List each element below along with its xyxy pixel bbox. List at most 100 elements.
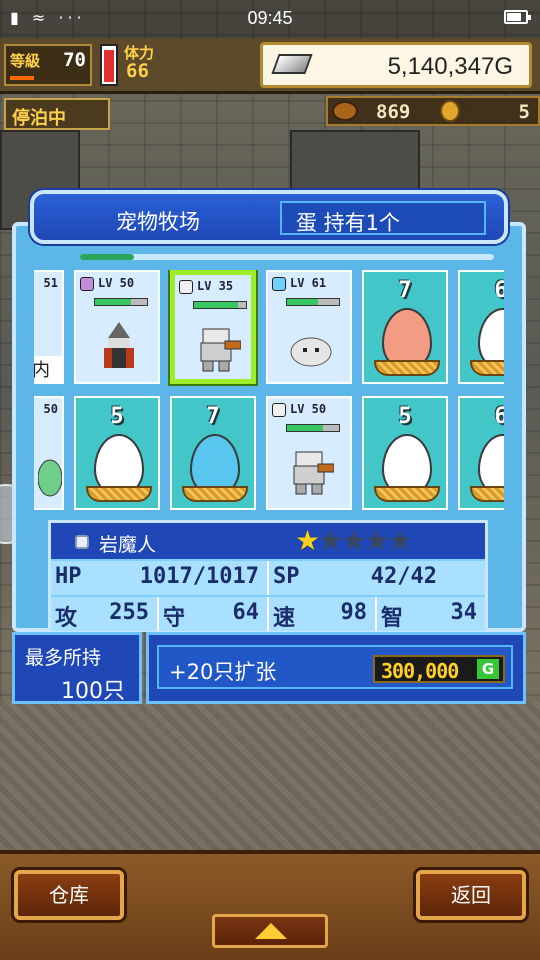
pet-card[interactable]: LV 61 bbox=[266, 270, 352, 384]
egg-count: 6 bbox=[494, 278, 504, 303]
speed-label: 速 bbox=[273, 606, 296, 631]
egg-count: 5 bbox=[110, 404, 124, 429]
egg-card[interactable]: 7 bbox=[362, 270, 448, 384]
star-empty-icon: ★ bbox=[387, 524, 413, 557]
defense-label: 守 bbox=[163, 606, 186, 631]
green-pet-sprite bbox=[38, 459, 62, 497]
grid-scrollbar[interactable] bbox=[80, 254, 494, 260]
intelligence-label: 智 bbox=[381, 606, 404, 631]
egg-count: 6 bbox=[494, 404, 504, 429]
pet-exp-bar bbox=[193, 301, 247, 309]
town-plaza bbox=[0, 700, 540, 850]
star-empty-icon: ★ bbox=[341, 524, 367, 557]
pet-grid: 51 内 LV 50 LV 35 LV 61 7 6 50 5 7 LV 50 … bbox=[34, 270, 504, 514]
light-element-icon bbox=[75, 535, 89, 549]
hp-value: 1017/1017 bbox=[139, 564, 259, 589]
attack-value: 255 bbox=[109, 600, 149, 625]
pet-level: LV 50 bbox=[98, 276, 135, 290]
pet-level: 51 bbox=[43, 276, 58, 290]
expand-capacity-button[interactable]: +20只扩张 300,000 G bbox=[146, 632, 526, 704]
max-capacity-label: 最多所持 bbox=[25, 647, 102, 669]
nest-icon bbox=[86, 486, 152, 502]
pet-name: 岩魔人 bbox=[99, 534, 157, 556]
nest-icon bbox=[470, 486, 504, 502]
star-filled-icon: ★ bbox=[295, 524, 321, 557]
speed-value: 98 bbox=[340, 600, 368, 625]
star-empty-icon: ★ bbox=[364, 524, 390, 557]
pet-exp-bar bbox=[286, 424, 340, 432]
rock-golem-sprite bbox=[200, 328, 241, 372]
pet-card[interactable]: LV 50 bbox=[266, 396, 352, 510]
rock-golem-sprite bbox=[293, 451, 334, 495]
resource-a-value: 869 bbox=[376, 101, 411, 123]
page-title: 宠物牧场 bbox=[116, 210, 200, 234]
defense-value: 64 bbox=[232, 600, 260, 625]
nest-icon bbox=[182, 486, 248, 502]
level-value: 70 bbox=[63, 49, 86, 71]
fluffball-sprite bbox=[290, 337, 332, 367]
dock-status-label: 停泊中 bbox=[12, 108, 66, 129]
sp-label: SP bbox=[273, 564, 300, 589]
nest-icon bbox=[374, 360, 440, 376]
gold-display: 5,140,347G bbox=[260, 42, 532, 88]
gold-unit-icon: G bbox=[477, 659, 499, 679]
level-box: 等級 70 bbox=[4, 44, 92, 86]
egg-card[interactable]: 5 bbox=[362, 396, 448, 510]
exp-bar bbox=[10, 76, 34, 80]
gold-value: 5,140,347G bbox=[387, 53, 513, 80]
pet-level: LV 61 bbox=[290, 276, 327, 290]
silver-bar-icon bbox=[271, 54, 313, 74]
resource-bar: 869 5 bbox=[326, 96, 540, 126]
medal-icon bbox=[440, 100, 460, 122]
pet-tag: 内 bbox=[34, 356, 64, 382]
attack-label: 攻 bbox=[55, 606, 78, 631]
warehouse-button[interactable]: 仓库 bbox=[14, 870, 124, 920]
egg-count: 5 bbox=[398, 404, 412, 429]
pet-level: LV 35 bbox=[197, 279, 234, 293]
nest-icon bbox=[374, 486, 440, 502]
wizard-sprite bbox=[104, 322, 134, 368]
pet-card[interactable]: 50 bbox=[34, 396, 64, 510]
egg-card[interactable]: 6 bbox=[458, 270, 504, 384]
pet-level: LV 50 bbox=[290, 402, 327, 416]
pet-stats-panel: 岩魔人 ★★★★★ HP 1017/1017 SP 42/42 攻 255 守 … bbox=[48, 520, 488, 632]
grid-scroll-thumb[interactable] bbox=[80, 254, 134, 260]
eggs-held-label: 蛋 持有1个 bbox=[296, 211, 401, 235]
pet-card[interactable]: 51 内 bbox=[34, 270, 64, 384]
battery-icon bbox=[504, 10, 531, 24]
pet-level: 50 bbox=[43, 402, 58, 416]
price-value: 300,000 bbox=[381, 659, 459, 683]
back-button[interactable]: 返回 bbox=[416, 870, 526, 920]
menu-up-button[interactable] bbox=[212, 914, 328, 948]
panel-header: 宠物牧场 蛋 持有1个 bbox=[30, 190, 508, 244]
pet-name-row: 岩魔人 ★★★★★ bbox=[51, 523, 485, 559]
egg-card[interactable]: 6 bbox=[458, 396, 504, 510]
pet-exp-bar bbox=[94, 298, 148, 306]
stamina-gauge bbox=[100, 44, 118, 86]
bottom-bar: 仓库 返回 bbox=[0, 850, 540, 960]
expand-label: +20只扩张 bbox=[169, 660, 277, 684]
stat-row-attributes: 攻 255 守 64 速 98 智 34 bbox=[51, 597, 485, 631]
sp-value: 42/42 bbox=[370, 564, 437, 589]
egg-card[interactable]: 7 bbox=[170, 396, 256, 510]
expand-price: 300,000 G bbox=[373, 655, 505, 683]
pet-card[interactable]: LV 50 bbox=[74, 270, 160, 384]
hp-label: HP bbox=[55, 564, 82, 589]
eggs-held-tab[interactable]: 蛋 持有1个 bbox=[280, 201, 486, 235]
rarity-stars: ★★★★★ bbox=[295, 524, 413, 557]
top-hud: 等級 70 体力 66 5,140,347G bbox=[0, 38, 540, 94]
dock-status[interactable]: 停泊中 bbox=[4, 98, 110, 130]
max-capacity: 最多所持 100只 bbox=[12, 632, 142, 704]
pet-card-selected[interactable]: LV 35 bbox=[170, 270, 256, 384]
light-element-icon bbox=[179, 280, 193, 294]
dark-element-icon bbox=[80, 277, 94, 291]
clock: 09:45 bbox=[247, 8, 293, 28]
egg-card[interactable]: 5 bbox=[74, 396, 160, 510]
arrow-up-icon bbox=[255, 923, 287, 939]
stat-row-hp-sp: HP 1017/1017 SP 42/42 bbox=[51, 561, 485, 595]
water-element-icon bbox=[272, 277, 286, 291]
egg-count: 7 bbox=[206, 404, 220, 429]
nest-icon bbox=[470, 360, 504, 376]
level-label: 等級 bbox=[10, 52, 41, 70]
light-element-icon bbox=[272, 403, 286, 417]
